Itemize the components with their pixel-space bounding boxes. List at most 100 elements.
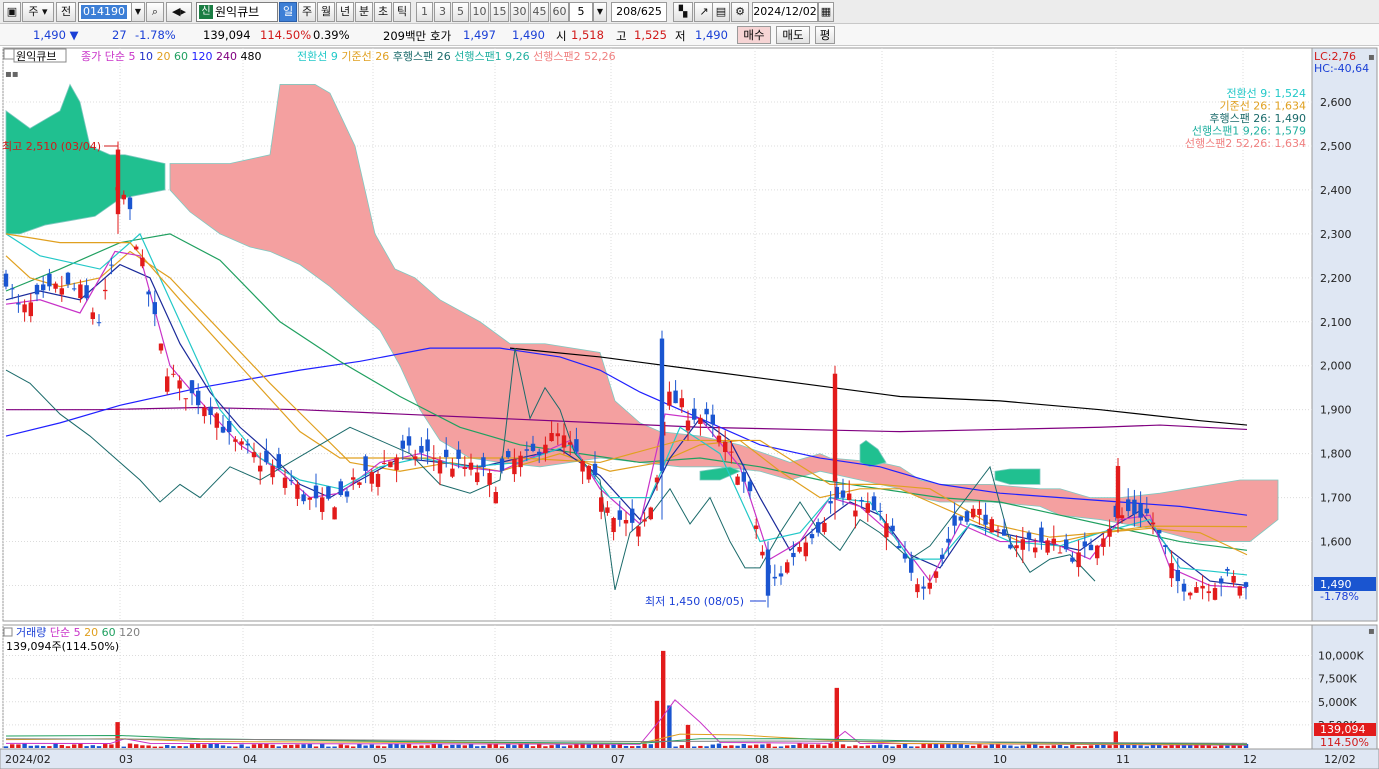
volume-bar <box>710 744 715 748</box>
search-icon[interactable]: ⌕ <box>146 2 164 22</box>
minute-tab-1[interactable]: 1 <box>416 2 433 22</box>
volume-bar <box>865 745 870 748</box>
indicator-icon[interactable]: ▚ <box>673 2 693 22</box>
candle-body <box>884 523 889 538</box>
period-tab-4[interactable]: 분 <box>355 2 373 22</box>
candle-body <box>84 285 89 299</box>
date-input[interactable]: 2024/12/02 <box>752 2 818 22</box>
volume-bar <box>1225 745 1230 748</box>
volume-chart[interactable]: 10,000K7,500K5,000K2,500K2024/0203040506… <box>0 623 1379 769</box>
volume-bar <box>1045 745 1050 748</box>
price-chart[interactable]: 2,600 2,500 2,400 2,300 2,200 2,100 2,000 1,900… <box>0 47 1379 623</box>
ichimoku-value-label: 후행스팬 26: 1,490 <box>1209 112 1306 125</box>
volume-bar <box>400 744 405 748</box>
window-icon[interactable]: ▣ <box>3 2 21 22</box>
volume-bar <box>822 745 827 748</box>
volume-bar <box>369 744 374 748</box>
candle-body <box>1163 545 1168 547</box>
period-tab-6[interactable]: 틱 <box>393 2 411 22</box>
volume-bar <box>1095 744 1100 748</box>
volume-bar <box>1138 745 1143 748</box>
candle-body <box>832 373 838 482</box>
calendar-icon[interactable]: ▦ <box>818 2 834 22</box>
price-bg <box>0 47 1379 623</box>
volume-bar <box>890 746 895 748</box>
price-tick-label: 1,600 <box>1320 536 1352 549</box>
volume-bar <box>530 746 536 748</box>
volume-bar <box>220 745 226 748</box>
minute-tab-45[interactable]: 45 <box>530 2 549 22</box>
draw-tool-icon[interactable]: ↗ <box>694 2 714 22</box>
candle-body <box>871 496 877 511</box>
eval-button[interactable]: 평 <box>815 26 835 44</box>
volume-bar <box>803 744 808 748</box>
candle-body <box>902 553 908 559</box>
code-dropdown-icon[interactable]: ▼ <box>131 2 145 22</box>
candle-body <box>1002 529 1007 536</box>
volume-bar <box>766 743 771 748</box>
bid-price: 1,490 <box>512 28 545 42</box>
date-tick-label: 08 <box>755 753 769 766</box>
volume-bar <box>599 744 604 748</box>
minute-tab-5[interactable]: 5 <box>452 2 469 22</box>
volume-bar <box>586 744 591 748</box>
candle-body <box>692 408 697 420</box>
candle-body <box>462 467 467 469</box>
interval-field[interactable]: 5 <box>569 2 593 22</box>
volume-bar <box>22 743 27 748</box>
range-counter: 208/625 <box>611 2 667 22</box>
minute-tab-30[interactable]: 30 <box>510 2 529 22</box>
candle-body <box>1231 575 1236 583</box>
candle-body <box>803 542 808 557</box>
minute-tab-10[interactable]: 10 <box>470 2 489 22</box>
candle-body <box>1026 532 1032 540</box>
sell-button[interactable]: 매도 <box>776 26 810 44</box>
candle-body <box>685 420 691 431</box>
settings-icon[interactable]: ⚙ <box>731 2 749 22</box>
candle-body <box>289 480 294 482</box>
volume-bar <box>1076 746 1081 748</box>
candle-body <box>754 525 759 530</box>
volume-bar <box>214 743 219 748</box>
candle-body <box>481 457 486 468</box>
candle-body <box>611 518 616 533</box>
candle-body <box>971 508 976 518</box>
price-tick-label: 2,600 <box>1320 96 1352 109</box>
candle-body <box>543 444 548 454</box>
candle-body <box>1212 588 1218 600</box>
minute-tab-15[interactable]: 15 <box>490 2 509 22</box>
volume-bar <box>605 744 610 748</box>
price-tick-label: 2,000 <box>1320 360 1352 373</box>
candle-body <box>1181 583 1187 592</box>
candle-body <box>760 551 765 556</box>
save-icon[interactable]: ▤ <box>712 2 730 22</box>
volume-bar <box>270 744 275 748</box>
candle-body <box>245 443 250 446</box>
minute-tab-3[interactable]: 3 <box>434 2 451 22</box>
sound-icon[interactable]: ◀▸ <box>166 2 192 22</box>
candle-body <box>1237 586 1242 596</box>
volume-bar <box>41 745 46 748</box>
period-tab-0[interactable]: 일 <box>279 2 297 22</box>
candle-body <box>1064 539 1069 550</box>
volume-bar <box>208 743 213 748</box>
period-tab-3[interactable]: 년 <box>336 2 354 22</box>
candle-body <box>493 492 498 504</box>
period-tab-1[interactable]: 주 <box>298 2 316 22</box>
period-tab-2[interactable]: 월 <box>317 2 335 22</box>
period-dropdown[interactable]: 주 ▾ <box>22 2 54 22</box>
interval-dropdown-icon[interactable]: ▼ <box>593 2 607 22</box>
candle-body <box>630 508 635 523</box>
period-tab-5[interactable]: 초 <box>374 2 392 22</box>
prev-button[interactable]: 전 <box>56 2 76 22</box>
buy-button[interactable]: 매수 <box>737 26 771 44</box>
candle-body <box>506 451 511 458</box>
stock-name-box[interactable]: 신 원익큐브 <box>196 2 278 22</box>
candle-body <box>673 390 678 404</box>
candle-body <box>1206 591 1211 594</box>
minute-tab-60[interactable]: 60 <box>550 2 569 22</box>
candle-body <box>214 413 219 428</box>
volume-bar <box>251 744 257 748</box>
candle-body <box>847 493 852 500</box>
candle-body <box>382 463 387 465</box>
